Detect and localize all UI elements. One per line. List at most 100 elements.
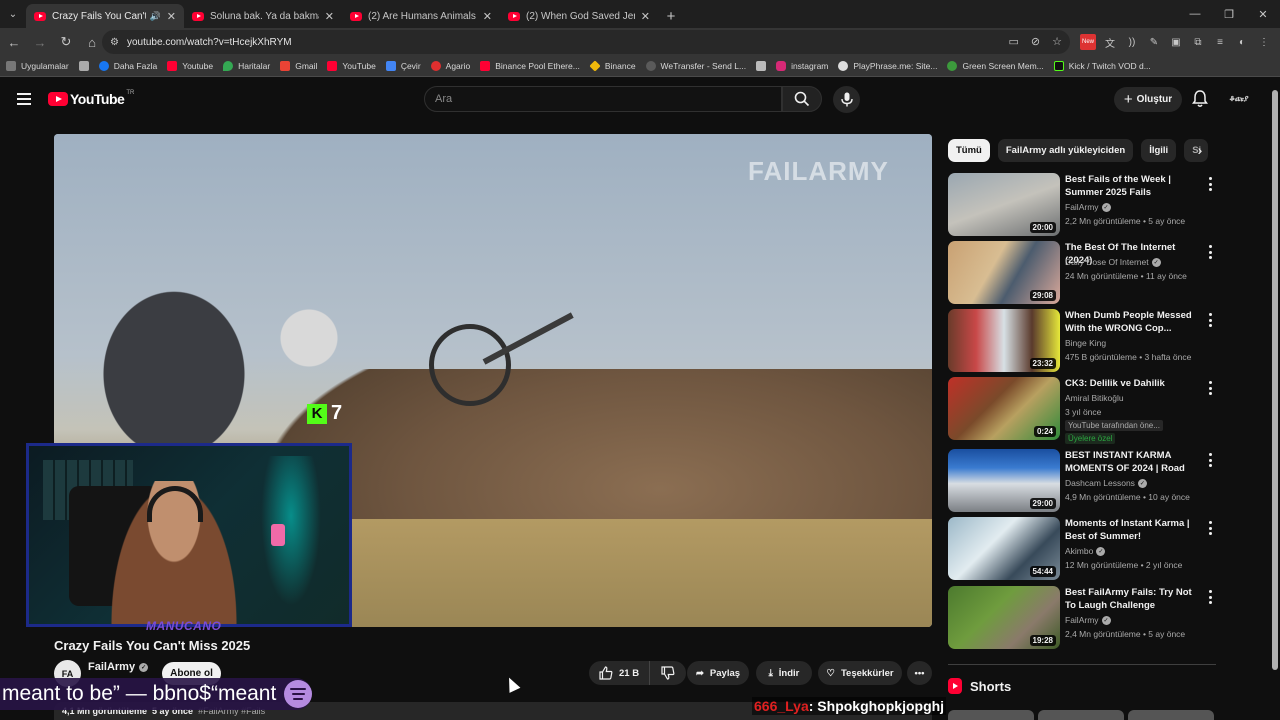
back-icon[interactable]: ←: [2, 30, 26, 54]
recommended-video[interactable]: 54:44 Moments of Instant Karma | Best of…: [948, 517, 1216, 581]
recommended-video[interactable]: 19:28 Best FailArmy Fails: Try Not To La…: [948, 586, 1216, 650]
video-thumbnail[interactable]: 19:28: [948, 586, 1060, 649]
dislike-button[interactable]: [650, 661, 687, 685]
minimize-icon[interactable]: —: [1178, 0, 1212, 28]
tab-3[interactable]: (2) Are Humans Animals #yskp ✕: [342, 4, 500, 28]
notifications-bell-icon[interactable]: [1192, 90, 1208, 108]
video-thumbnail[interactable]: 29:08: [948, 241, 1060, 304]
search-button[interactable]: [782, 86, 822, 112]
bookmark-green-screen[interactable]: Green Screen Mem...: [947, 61, 1044, 71]
more-vertical-icon[interactable]: [1206, 245, 1214, 259]
video-thumbnail[interactable]: 23:32: [948, 309, 1060, 372]
bookmark-gmail[interactable]: Gmail: [280, 61, 317, 71]
audio-extension-icon[interactable]: )): [1124, 34, 1140, 50]
scrollbar-thumb[interactable]: [1272, 90, 1278, 670]
pen-icon[interactable]: ✎: [1146, 34, 1162, 50]
more-vertical-icon[interactable]: [1206, 521, 1214, 535]
tab-2[interactable]: Soluna bak. Ya da bakma 😯 #s ✕: [184, 4, 342, 28]
screenshot-icon[interactable]: ▣: [1168, 34, 1184, 50]
rec-title[interactable]: CK3: Delilik ve Dahilik: [1065, 377, 1193, 390]
extensions-icon[interactable]: ⧉: [1190, 34, 1206, 50]
rec-title[interactable]: Best FailArmy Fails: Try Not To Laugh Ch…: [1065, 586, 1193, 613]
tab-close-icon[interactable]: ✕: [483, 10, 492, 23]
chip-related[interactable]: İlgili: [1141, 138, 1177, 162]
speaker-icon[interactable]: 🔊: [150, 11, 161, 22]
forward-icon[interactable]: →: [28, 30, 52, 54]
new-tab-button[interactable]: +: [658, 4, 684, 28]
translate-icon[interactable]: 文: [1102, 34, 1118, 50]
recommended-video[interactable]: 23:32 When Dumb People Messed With the W…: [948, 309, 1216, 373]
tab-4[interactable]: (2) When God Saved Jeremy Cl ✕: [500, 4, 658, 28]
tab-close-icon[interactable]: ✕: [167, 10, 176, 23]
voice-search-button[interactable]: [833, 86, 860, 113]
bookmark-star-icon[interactable]: ☆: [1052, 35, 1062, 48]
menu-icon[interactable]: [17, 93, 31, 105]
tab-close-icon[interactable]: ✕: [325, 10, 334, 23]
bookmark-agario[interactable]: Agario: [430, 61, 470, 71]
bookmark-apps[interactable]: Uygulamalar: [6, 61, 69, 71]
chip-from-uploader[interactable]: FailArmy adlı yükleyiciden: [997, 138, 1134, 162]
video-thumbnail[interactable]: 0:24: [948, 377, 1060, 440]
rec-title[interactable]: When Dumb People Messed With the WRONG C…: [1065, 309, 1193, 335]
bookmark-cevir[interactable]: Çevir: [385, 61, 421, 71]
site-info-icon[interactable]: ⚙: [110, 37, 119, 48]
short-thumbnail[interactable]: [1128, 710, 1214, 720]
more-vertical-icon[interactable]: [1206, 177, 1214, 191]
bookmark-binance-pool[interactable]: Binance Pool Ethere...: [480, 61, 580, 71]
rec-title[interactable]: BEST INSTANT KARMA MOMENTS OF 2024 | Roa…: [1065, 449, 1193, 476]
create-button[interactable]: + Oluştur: [1114, 87, 1182, 112]
bookmark-daha-fazla[interactable]: Daha Fazla: [98, 61, 157, 71]
video-thumbnail[interactable]: 20:00: [948, 173, 1060, 236]
page-scrollbar[interactable]: [1272, 90, 1278, 720]
bookmark-grid[interactable]: [78, 61, 89, 71]
window-close-icon[interactable]: ✕: [1246, 0, 1280, 28]
more-vertical-icon[interactable]: [1206, 313, 1214, 327]
rec-channel[interactable]: FailArmy ✓: [1065, 202, 1111, 212]
chip-all[interactable]: Tümü: [948, 138, 990, 162]
search-input[interactable]: Ara: [424, 86, 782, 112]
rec-title[interactable]: Best Fails of the Week | Summer 2025 Fai…: [1065, 173, 1193, 199]
thanks-button[interactable]: ♡ Teşekkürler: [818, 661, 902, 685]
bookmark-doc[interactable]: [756, 61, 767, 71]
recommended-video[interactable]: 29:00 BEST INSTANT KARMA MOMENTS OF 2024…: [948, 449, 1216, 513]
like-button[interactable]: 21 B: [589, 661, 651, 685]
eye-off-icon[interactable]: ⊘: [1031, 35, 1040, 48]
tab-1[interactable]: Crazy Fails You Can't Miss 2 🔊 ✕: [26, 4, 184, 28]
tab-search-icon[interactable]: ⌄: [0, 0, 26, 28]
rec-channel[interactable]: Amiral Bitikoğlu: [1065, 393, 1124, 403]
bookmark-haritalar[interactable]: Haritalar: [223, 61, 270, 71]
bookmark-binance[interactable]: Binance: [589, 60, 636, 72]
video-thumbnail[interactable]: 29:00: [948, 449, 1060, 512]
tab-close-icon[interactable]: ✕: [641, 10, 650, 23]
new-badge-icon[interactable]: New: [1080, 34, 1096, 50]
bookmark-playphrase[interactable]: PlayPhrase.me: Site...: [838, 61, 937, 71]
more-vertical-icon[interactable]: [1206, 453, 1214, 467]
youtube-logo[interactable]: YouTube TR: [48, 90, 134, 107]
bookmark-kick-twitch[interactable]: Kick / Twitch VOD d...: [1053, 61, 1151, 71]
short-thumbnail[interactable]: [1038, 710, 1124, 720]
more-actions-button[interactable]: •••: [907, 661, 932, 685]
bookmark-wetransfer[interactable]: WeTransfer - Send L...: [645, 61, 746, 71]
reading-list-icon[interactable]: ≡: [1212, 34, 1228, 50]
rec-title[interactable]: Moments of Instant Karma | Best of Summe…: [1065, 517, 1193, 543]
rec-channel[interactable]: Akimbo ✓: [1065, 546, 1106, 556]
rec-channel[interactable]: Daily Dose Of Internet ✓: [1065, 257, 1161, 267]
recommended-video[interactable]: 29:08 The Best Of The Internet (2024) Da…: [948, 241, 1216, 305]
bookmark-instagram[interactable]: instagram: [776, 61, 828, 71]
shorts-header[interactable]: Shorts: [948, 678, 1011, 694]
rec-channel[interactable]: Binge King: [1065, 338, 1106, 348]
share-button[interactable]: ➦ Paylaş: [687, 661, 749, 685]
restore-icon[interactable]: ❐: [1212, 0, 1246, 28]
reload-icon[interactable]: ↻: [54, 30, 78, 54]
home-icon[interactable]: ⌂: [80, 30, 104, 54]
short-thumbnail[interactable]: [948, 710, 1034, 720]
download-button[interactable]: ⤓ İndir: [756, 661, 812, 685]
bookmark-youtube[interactable]: Youtube: [167, 61, 213, 71]
more-vertical-icon[interactable]: [1206, 590, 1214, 604]
channel-name[interactable]: FailArmy ✓: [88, 661, 149, 673]
profile-icon[interactable]: ◐: [1234, 34, 1250, 50]
video-thumbnail[interactable]: 54:44: [948, 517, 1060, 580]
recommended-video[interactable]: 0:24 CK3: Delilik ve Dahilik Amiral Biti…: [948, 377, 1216, 445]
cast-icon[interactable]: ▭: [1009, 35, 1019, 48]
chevron-right-icon[interactable]: ›: [1190, 140, 1210, 160]
